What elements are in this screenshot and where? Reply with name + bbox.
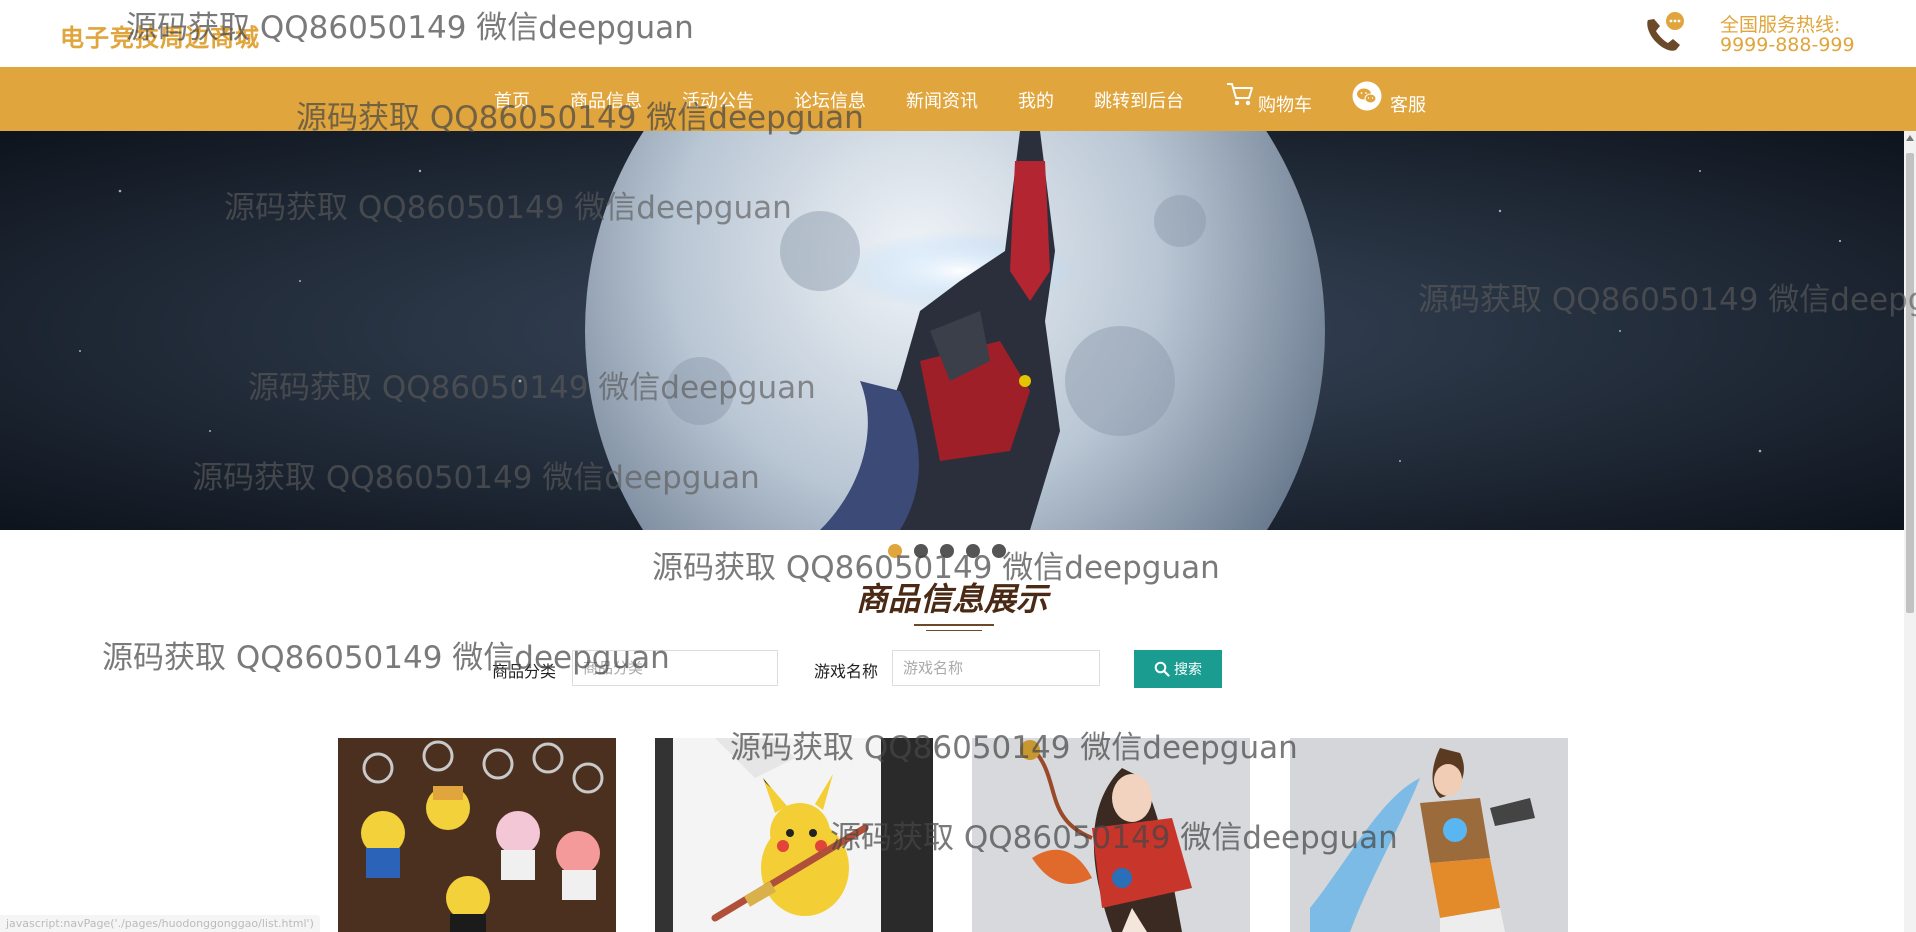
nav-item-products[interactable]: 商品信息: [570, 87, 642, 113]
nav-item-announcements[interactable]: 活动公告: [682, 87, 754, 113]
product-card-pikachu-keychains[interactable]: [338, 738, 616, 932]
nav-item-cart[interactable]: 购物车: [1258, 91, 1312, 117]
product-card-hero-figure[interactable]: [972, 738, 1250, 932]
product-card-pikachu-shirt[interactable]: [655, 738, 933, 932]
game-name-input[interactable]: [892, 650, 1100, 686]
hotline-label: 全国服务热线:: [1720, 14, 1841, 36]
main-nav: 首页 商品信息 活动公告 论坛信息 新闻资讯 我的 跳转到后台 购物车 客服: [0, 67, 1916, 131]
carousel-dot-4[interactable]: [966, 544, 980, 558]
site-title[interactable]: 电子竞技周边商城: [60, 18, 260, 53]
nav-item-forum[interactable]: 论坛信息: [794, 87, 866, 113]
carousel-dot-3[interactable]: [940, 544, 954, 558]
carousel-dot-1[interactable]: [888, 544, 902, 558]
product-image: [972, 738, 1250, 932]
page-scrollbar[interactable]: [1904, 131, 1916, 932]
product-image: [655, 738, 933, 932]
game-name-label: 游戏名称: [814, 662, 879, 681]
nav-item-home[interactable]: 首页: [494, 87, 530, 113]
phone-chat-icon: [1647, 12, 1684, 51]
banner-image: [0, 131, 1904, 530]
product-card-tracer-figure[interactable]: [1290, 738, 1568, 932]
section-title: 商品信息展示: [855, 580, 1048, 618]
cart-icon[interactable]: [1226, 81, 1254, 107]
category-label: 商品分类: [492, 662, 557, 681]
title-underline: [914, 624, 994, 626]
hotline-number: 9999-888-999: [1720, 34, 1855, 56]
nav-item-mine[interactable]: 我的: [1018, 87, 1054, 113]
title-underline-thin: [926, 630, 982, 631]
nav-item-news[interactable]: 新闻资讯: [906, 87, 978, 113]
wechat-icon[interactable]: [1352, 81, 1382, 111]
browser-status-bar: javascript:navPage('./pages/huodonggongg…: [0, 915, 320, 932]
site-header: 电子竞技周边商城 全国服务热线: 9999-888-999: [0, 0, 1916, 66]
scroll-up-arrow[interactable]: [1906, 135, 1914, 141]
hero-banner[interactable]: [0, 131, 1904, 530]
service-hotline: 全国服务热线: 9999-888-999: [1640, 8, 1880, 58]
search-button-label: 搜索: [1174, 662, 1202, 678]
product-image: [338, 738, 616, 932]
carousel-dot-5[interactable]: [992, 544, 1006, 558]
nav-item-service[interactable]: 客服: [1390, 91, 1426, 117]
carousel-dot-2[interactable]: [914, 544, 928, 558]
scroll-thumb[interactable]: [1906, 153, 1914, 613]
category-input[interactable]: [572, 650, 778, 686]
search-button[interactable]: 搜索: [1134, 650, 1222, 688]
search-icon: [1154, 661, 1170, 677]
nav-item-admin[interactable]: 跳转到后台: [1094, 87, 1184, 113]
product-image: [1290, 738, 1568, 932]
